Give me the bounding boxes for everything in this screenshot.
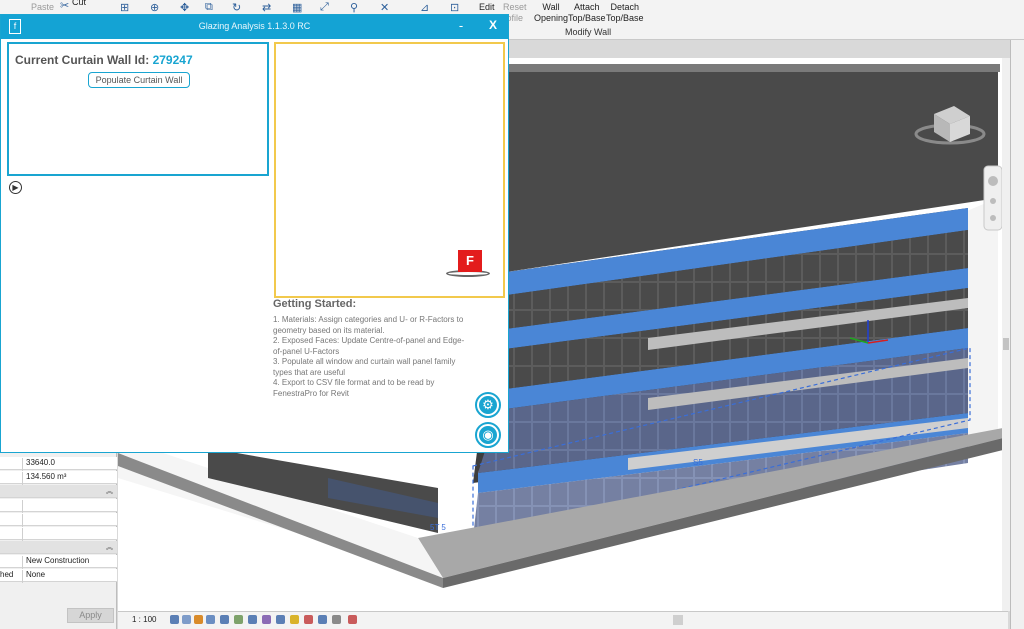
delete-icon[interactable]: ✕ bbox=[380, 1, 389, 14]
create-icon[interactable]: ⊡ bbox=[450, 1, 459, 14]
show-crop-icon[interactable] bbox=[248, 615, 257, 624]
lock-view-icon[interactable] bbox=[262, 615, 271, 624]
minimize-button[interactable]: - bbox=[453, 18, 469, 34]
tool-icon-2[interactable]: ⊕ bbox=[150, 1, 159, 14]
array-icon[interactable]: ▦ bbox=[292, 1, 302, 14]
camera-button[interactable]: ◉ bbox=[475, 422, 501, 448]
constraints-icon[interactable] bbox=[348, 615, 357, 624]
dialog-titlebar[interactable]: f Glazing Analysis 1.1.3.0 RC - X bbox=[1, 15, 508, 39]
dialog-title: Glazing Analysis 1.1.3.0 RC bbox=[198, 21, 311, 31]
copy-icon[interactable]: ⧉ bbox=[205, 1, 213, 14]
getting-started-item: 3. Populate all window and curtain wall … bbox=[273, 357, 456, 377]
scale-icon[interactable]: ⤢ bbox=[320, 1, 329, 14]
detach-top-base-button[interactable]: Detach Top/Base bbox=[606, 2, 644, 24]
edit-profile-button[interactable]: Edit bbox=[479, 2, 495, 13]
fenestrapro-logo: F bbox=[458, 250, 482, 272]
getting-started-list: 1. Materials: Assign categories and U- o… bbox=[273, 315, 473, 399]
getting-started-item: 1. Materials: Assign categories and U- o… bbox=[273, 315, 464, 335]
cut-button[interactable]: Cut bbox=[72, 0, 86, 8]
view-control-bar: 1 : 100 bbox=[118, 611, 1008, 629]
viewport-scrollbar[interactable] bbox=[1002, 58, 1010, 611]
render-icon[interactable] bbox=[220, 615, 229, 624]
pin-icon[interactable]: ⚲ bbox=[350, 1, 358, 14]
right-panel-strip bbox=[1010, 40, 1024, 629]
preview-image-panel: F bbox=[274, 42, 505, 298]
model-dimension-label: 5T 5 bbox=[430, 523, 446, 532]
close-button[interactable]: X bbox=[485, 18, 501, 34]
property-group-header[interactable]: ︽ bbox=[0, 485, 117, 498]
analytical-icon[interactable] bbox=[318, 615, 327, 624]
horizontal-scrollbar-thumb[interactable] bbox=[673, 615, 683, 625]
property-row[interactable]: 134.560 m³ bbox=[0, 471, 117, 485]
curtain-wall-panel: Current Curtain Wall Id: 279247 Populate… bbox=[7, 42, 269, 176]
paste-button[interactable]: Paste bbox=[31, 2, 54, 13]
attach-top-base-button[interactable]: Attach Top/Base bbox=[568, 2, 606, 24]
modify-wall-panel-label: Modify Wall bbox=[565, 27, 612, 37]
hide-isolate-icon[interactable] bbox=[276, 615, 285, 624]
curtain-wall-id-label: Current Curtain Wall Id: 279247 bbox=[15, 53, 193, 67]
reveal-hidden-icon[interactable] bbox=[290, 615, 299, 624]
property-row[interactable]: New Construction bbox=[0, 555, 117, 569]
property-row[interactable] bbox=[0, 527, 117, 541]
scissors-icon: ✂ bbox=[60, 0, 70, 12]
getting-started-item: 2. Exposed Faces: Update Centre-of-panel… bbox=[273, 336, 465, 356]
camera-icon: ◉ bbox=[479, 426, 497, 444]
apply-button[interactable]: Apply bbox=[67, 608, 114, 623]
measure-icon[interactable]: ⊿ bbox=[420, 1, 429, 14]
detail-level-icon[interactable] bbox=[170, 615, 179, 624]
expand-arrow-icon[interactable]: ▶ bbox=[9, 181, 22, 194]
tool-icon-1[interactable]: ⊞ bbox=[120, 1, 129, 14]
populate-curtain-wall-button[interactable]: Populate Curtain Wall bbox=[88, 72, 190, 88]
shadows-icon[interactable] bbox=[206, 615, 215, 624]
curtain-wall-id: 279247 bbox=[152, 53, 193, 67]
property-row[interactable] bbox=[0, 513, 117, 527]
mirror-icon[interactable]: ⇄ bbox=[262, 1, 271, 14]
property-group-header[interactable]: ︽ bbox=[0, 541, 117, 554]
properties-panel: 33640.0 134.560 m³ ︽ ︽ New Construction … bbox=[0, 453, 117, 629]
glazing-analysis-dialog: f Glazing Analysis 1.1.3.0 RC - X Curren… bbox=[0, 14, 509, 453]
property-row[interactable]: hed None bbox=[0, 569, 117, 583]
view-scale[interactable]: 1 : 100 bbox=[132, 615, 156, 624]
model-dimension-label: S5 bbox=[693, 458, 703, 467]
highlight-icon[interactable] bbox=[332, 615, 341, 624]
settings-icon: ⚙ bbox=[479, 396, 497, 414]
property-row[interactable] bbox=[0, 499, 117, 513]
crop-icon[interactable] bbox=[234, 615, 243, 624]
sun-path-icon[interactable] bbox=[194, 615, 203, 624]
settings-button[interactable]: ⚙ bbox=[475, 392, 501, 418]
navigation-bar[interactable] bbox=[983, 165, 1003, 231]
property-row[interactable]: 33640.0 bbox=[0, 457, 117, 471]
collapse-icon[interactable]: ︽ bbox=[106, 542, 113, 552]
move-icon[interactable]: ✥ bbox=[180, 1, 189, 14]
wall-opening-button[interactable]: Wall Opening bbox=[534, 2, 568, 24]
getting-started-title: Getting Started: bbox=[273, 298, 357, 310]
getting-started-item: 4. Export to CSV file format and to be r… bbox=[273, 378, 435, 398]
temp-properties-icon[interactable] bbox=[304, 615, 313, 624]
visual-style-icon[interactable] bbox=[182, 615, 191, 624]
rotate-icon[interactable]: ↻ bbox=[232, 1, 241, 14]
collapse-icon[interactable]: ︽ bbox=[106, 486, 113, 496]
